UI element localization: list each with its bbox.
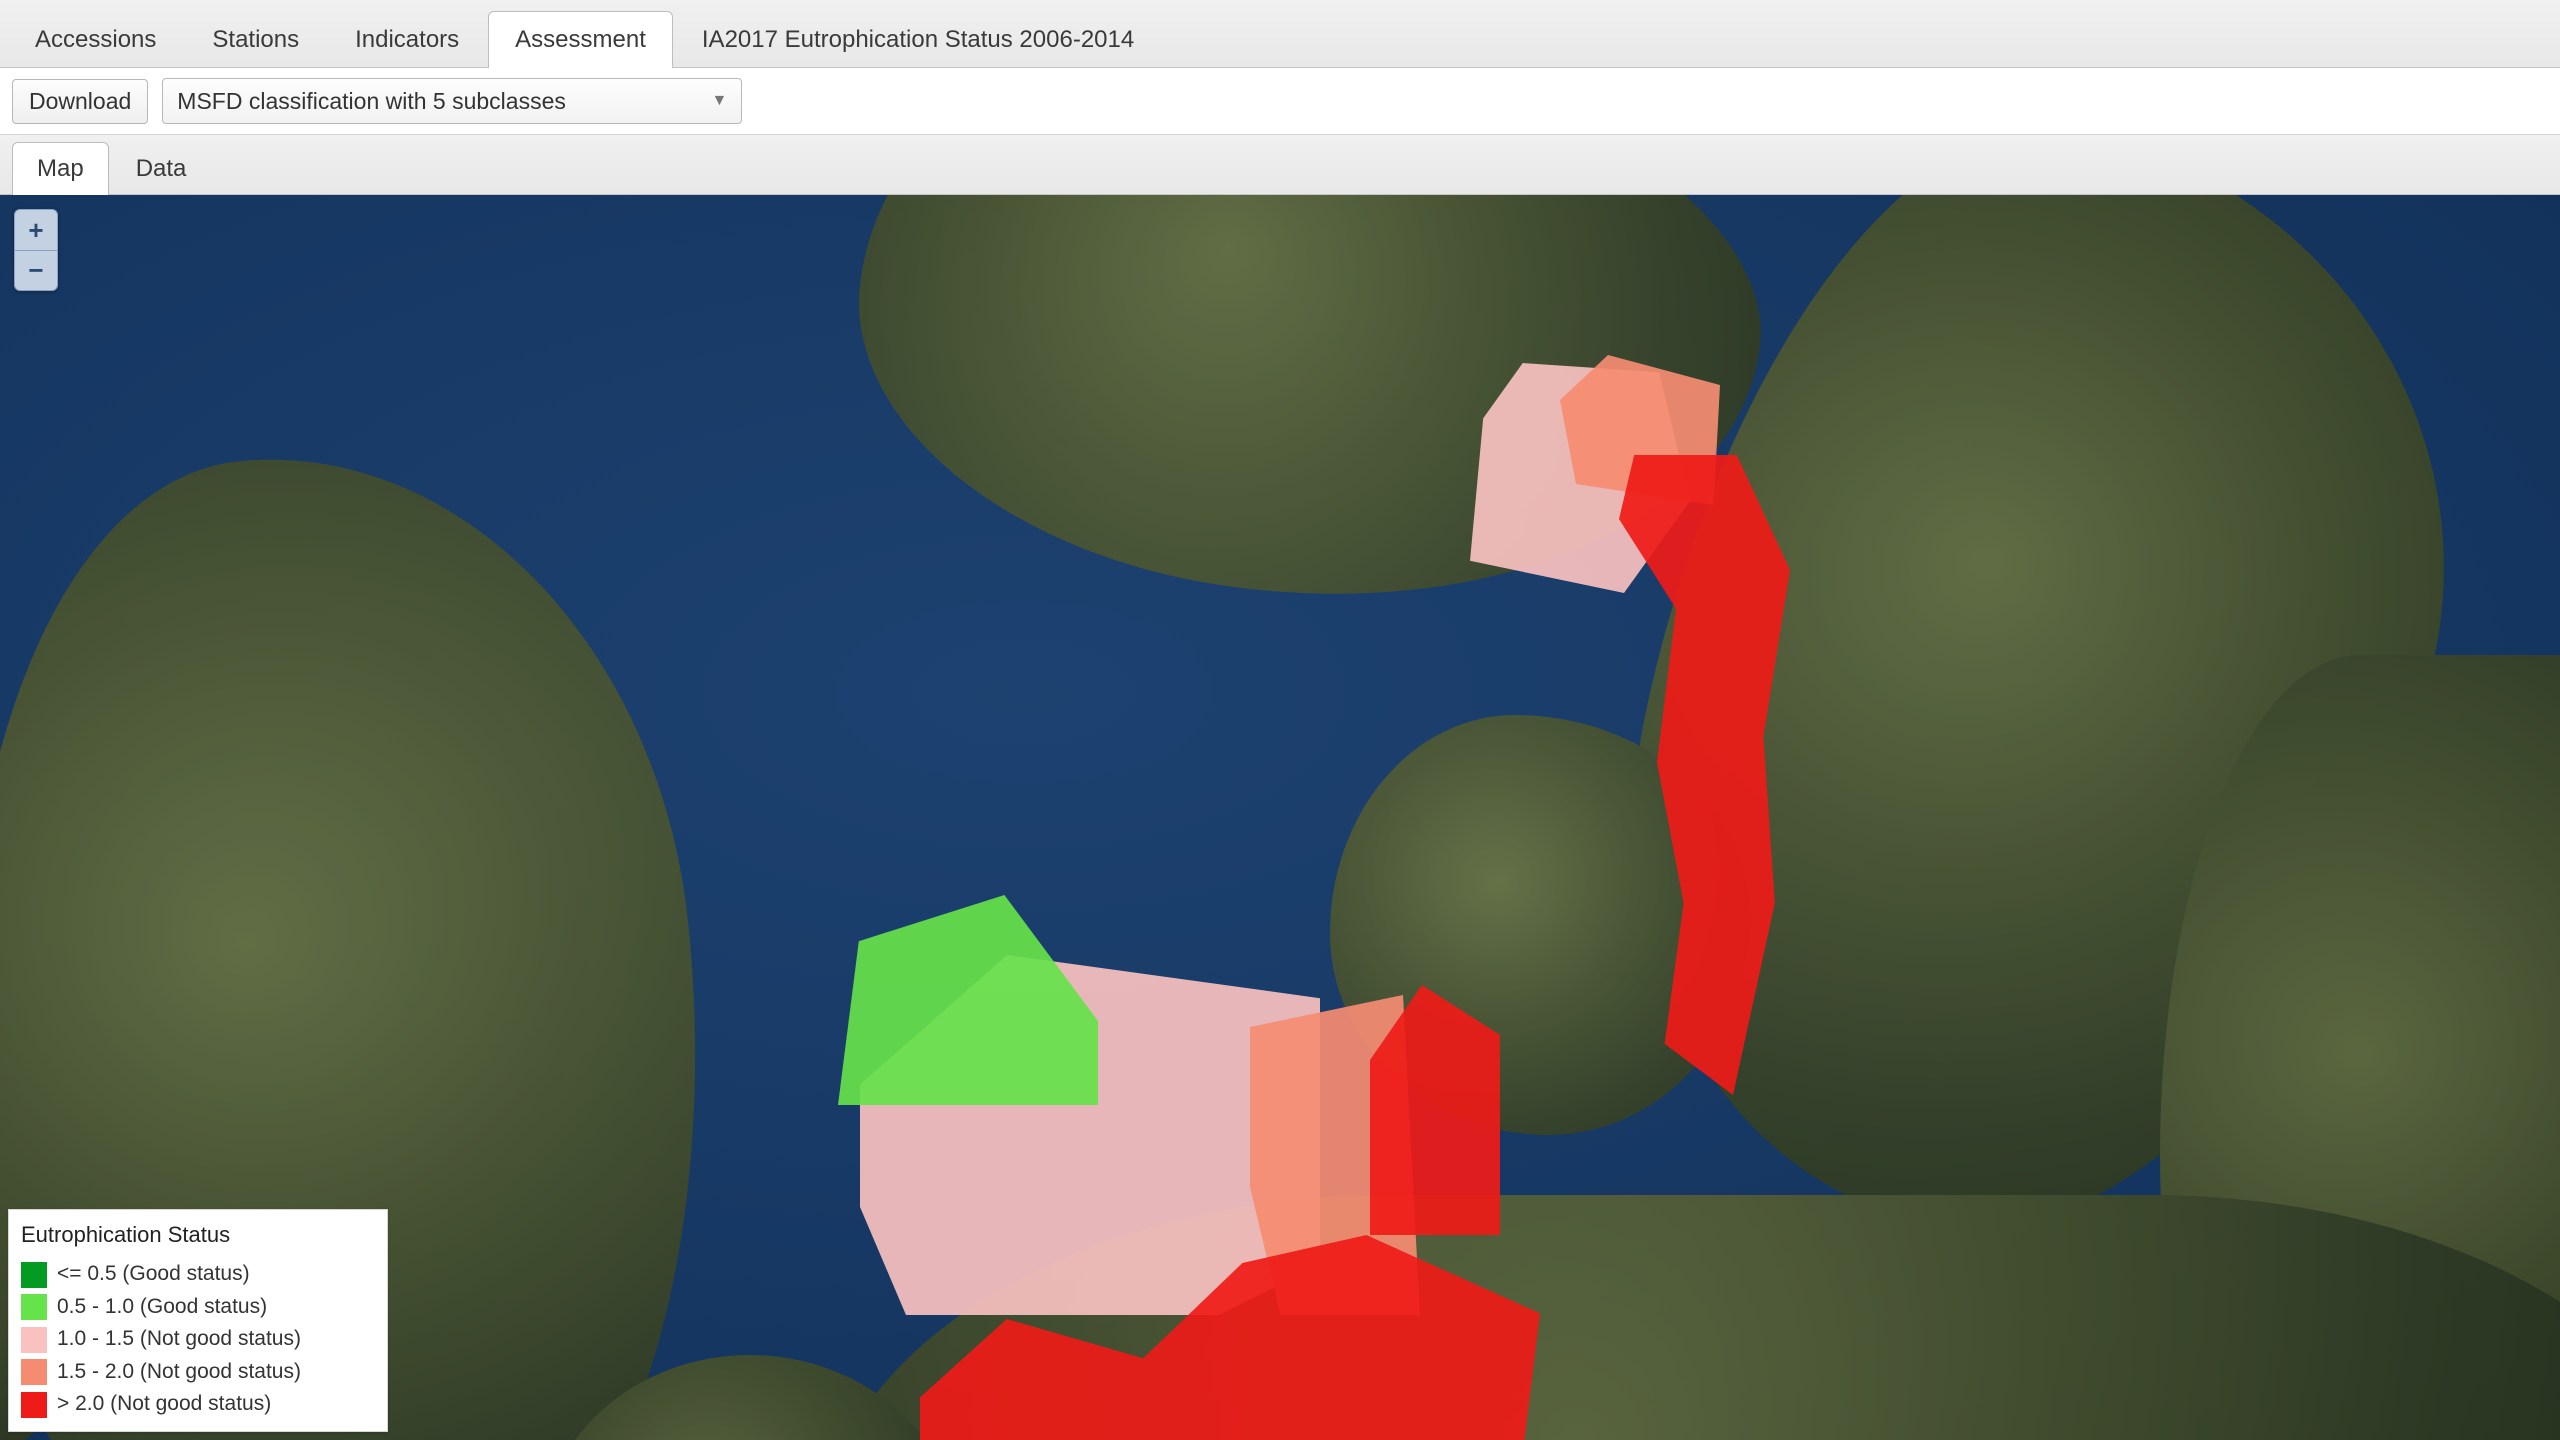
- classification-select-value: MSFD classification with 5 subclasses: [177, 88, 566, 115]
- classification-select[interactable]: MSFD classification with 5 subclasses ▼: [162, 78, 742, 124]
- legend-item-label: > 2.0 (Not good status): [57, 1388, 271, 1421]
- legend-item-label: 1.5 - 2.0 (Not good status): [57, 1356, 301, 1389]
- tab-map[interactable]: Map: [12, 142, 109, 195]
- primary-tabs: Accessions Stations Indicators Assessmen…: [0, 0, 2560, 68]
- map-canvas[interactable]: + − Eutrophication Status <= 0.5 (Good s…: [0, 195, 2560, 1440]
- tab-data[interactable]: Data: [111, 142, 212, 195]
- view-tabs: Map Data: [0, 135, 2560, 195]
- legend-swatch-icon: [21, 1294, 47, 1320]
- legend-item: <= 0.5 (Good status): [21, 1258, 375, 1291]
- tab-accessions[interactable]: Accessions: [8, 11, 183, 68]
- legend-swatch-icon: [21, 1359, 47, 1385]
- download-button[interactable]: Download: [12, 79, 148, 124]
- zoom-control: + −: [14, 209, 58, 291]
- legend-item: 1.5 - 2.0 (Not good status): [21, 1356, 375, 1389]
- tab-indicators[interactable]: Indicators: [328, 11, 486, 68]
- tab-ia2017[interactable]: IA2017 Eutrophication Status 2006-2014: [675, 11, 1161, 68]
- legend-item: > 2.0 (Not good status): [21, 1388, 375, 1421]
- tab-assessment[interactable]: Assessment: [488, 11, 673, 68]
- chevron-down-icon: ▼: [711, 92, 727, 110]
- zoom-out-button[interactable]: −: [15, 250, 57, 290]
- legend-swatch-icon: [21, 1262, 47, 1288]
- legend-item: 0.5 - 1.0 (Good status): [21, 1291, 375, 1324]
- legend-item-label: <= 0.5 (Good status): [57, 1258, 250, 1291]
- map-legend: Eutrophication Status <= 0.5 (Good statu…: [8, 1209, 388, 1432]
- legend-swatch-icon: [21, 1392, 47, 1418]
- legend-title: Eutrophication Status: [21, 1218, 375, 1252]
- zoom-in-button[interactable]: +: [15, 210, 57, 250]
- tab-stations[interactable]: Stations: [185, 11, 326, 68]
- legend-swatch-icon: [21, 1327, 47, 1353]
- assessment-toolbar: Download MSFD classification with 5 subc…: [0, 68, 2560, 135]
- legend-item-label: 0.5 - 1.0 (Good status): [57, 1291, 267, 1324]
- legend-item-label: 1.0 - 1.5 (Not good status): [57, 1323, 301, 1356]
- status-region[interactable]: [838, 895, 1098, 1105]
- legend-item: 1.0 - 1.5 (Not good status): [21, 1323, 375, 1356]
